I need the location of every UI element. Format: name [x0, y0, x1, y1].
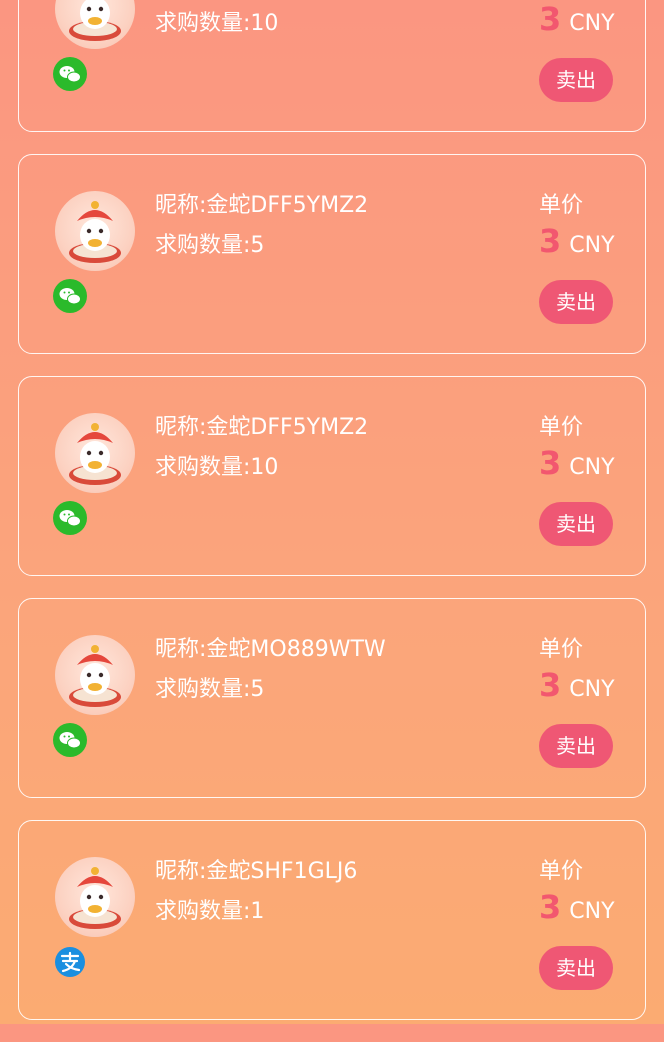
- buy-quantity-text: 求购数量:1: [155, 899, 265, 924]
- currency-label: CNY: [569, 677, 615, 702]
- avatar: [55, 635, 135, 715]
- buy-quantity-text: 求购数量:10: [155, 455, 279, 480]
- unit-price: 3 CNY: [539, 667, 615, 709]
- currency-label: CNY: [569, 899, 615, 924]
- unit-price-label: 单价: [539, 637, 584, 662]
- avatar: [55, 0, 135, 49]
- lion-dance-mascot-icon: [69, 867, 121, 929]
- buy-quantity-text: 求购数量:5: [155, 233, 265, 258]
- wechat-icon: [53, 501, 87, 535]
- price-value: 3: [539, 0, 562, 38]
- unit-price-label: 单价: [539, 415, 584, 440]
- lion-dance-mascot-icon: [69, 0, 121, 41]
- wechat-icon: [53, 279, 87, 313]
- avatar: [55, 191, 135, 271]
- currency-label: CNY: [569, 11, 615, 36]
- lion-dance-mascot-icon: [69, 201, 121, 263]
- nickname-text: 昵称:金蛇DFF5YMZ2: [155, 193, 369, 218]
- buy-quantity-text: 求购数量:5: [155, 677, 265, 702]
- currency-label: CNY: [569, 455, 615, 480]
- nickname-text: 昵称:金蛇MO889WTW: [155, 637, 386, 662]
- alipay-icon: [53, 945, 87, 979]
- avatar: [55, 857, 135, 937]
- lion-dance-mascot-icon: [69, 423, 121, 485]
- sell-button[interactable]: 卖出: [539, 946, 613, 990]
- avatar: [55, 413, 135, 493]
- unit-price: 3 CNY: [539, 889, 615, 931]
- buy-order-card: 昵称:金蛇DFF5YMZ2 求购数量:5 单价 3 CNY 卖出: [18, 154, 646, 354]
- nickname-text: 昵称:金蛇DFF5YMZ2: [155, 415, 369, 440]
- unit-price-label: 单价: [539, 193, 584, 218]
- buy-order-card: 昵称:金蛇DFF5YMZ2 求购数量:10 单价 3 CNY 卖出: [18, 376, 646, 576]
- buy-order-card: 求购数量:10 单价 3CNY 卖出: [18, 0, 646, 132]
- wechat-icon: [53, 57, 87, 91]
- sell-button[interactable]: 卖出: [539, 724, 613, 768]
- sell-button[interactable]: 卖出: [539, 502, 613, 546]
- unit-price: 3 CNY: [539, 223, 615, 265]
- price-value: 3: [539, 666, 562, 704]
- sell-button[interactable]: 卖出: [539, 280, 613, 324]
- sell-button[interactable]: 卖出: [539, 58, 613, 102]
- price-value: 3: [539, 444, 562, 482]
- buy-order-card: 昵称:金蛇SHF1GLJ6 求购数量:1 单价 3 CNY 卖出: [18, 820, 646, 1020]
- price-value: 3: [539, 888, 562, 926]
- nickname-text: 昵称:金蛇SHF1GLJ6: [155, 859, 358, 884]
- buy-order-card: 昵称:金蛇MO889WTW 求购数量:5 单价 3 CNY 卖出: [18, 598, 646, 798]
- unit-price: 3 CNY: [539, 1, 615, 43]
- lion-dance-mascot-icon: [69, 645, 121, 707]
- buy-quantity-text: 求购数量:10: [155, 11, 279, 36]
- price-value: 3: [539, 222, 562, 260]
- wechat-icon: [53, 723, 87, 757]
- unit-price: 3 CNY: [539, 445, 615, 487]
- buy-order-list: 求购数量:10 单价 3 CNY 卖出: [0, 0, 664, 1042]
- currency-label: CNY: [569, 233, 615, 258]
- unit-price-label: 单价: [539, 859, 584, 884]
